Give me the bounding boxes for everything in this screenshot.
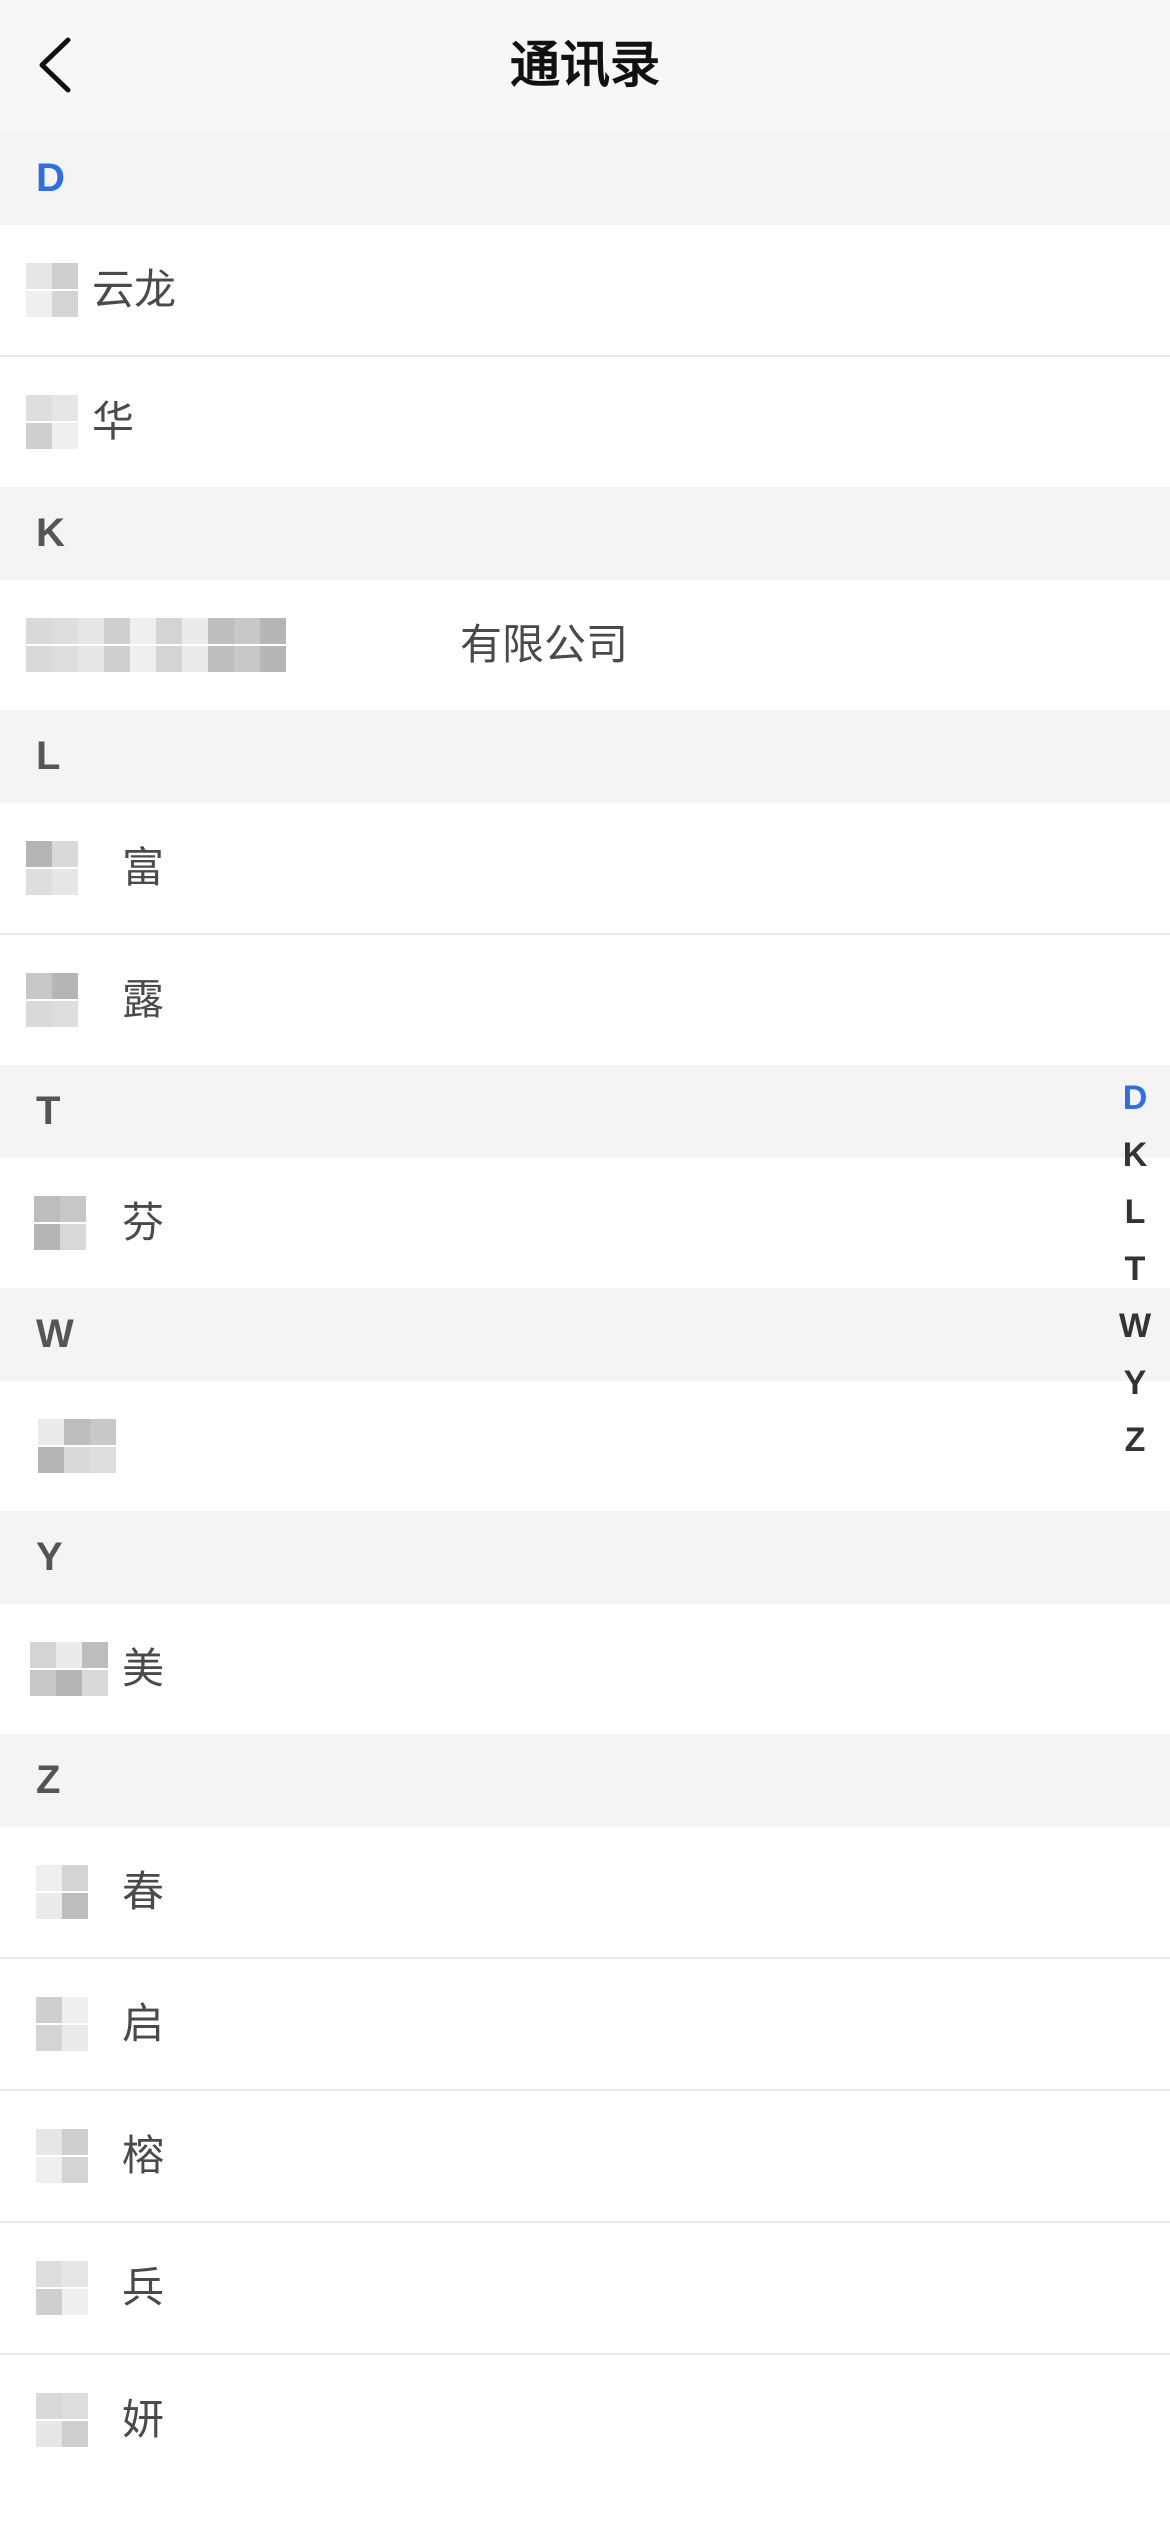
contact-name: 芬	[122, 1198, 165, 1247]
redacted-name-mosaic	[26, 841, 78, 897]
index-letter-t[interactable]: T	[1110, 1241, 1160, 1298]
section-letter: L	[36, 734, 61, 778]
contact-name: 富	[122, 843, 165, 892]
redacted-name-mosaic	[34, 1196, 86, 1252]
contact-row[interactable]: 榕	[0, 2091, 1170, 2223]
contact-row[interactable]: 露	[0, 935, 1170, 1065]
section-header-t: T	[0, 1065, 1170, 1158]
contacts-page: 通讯录 D 云龙华 K 有限公司 L 富露 T 芬 W Y 美 Z 春启榕兵妍 DKLTWYZ	[0, 0, 1170, 2532]
contact-name: 华	[92, 397, 135, 446]
contact-name: 云龙	[92, 265, 177, 314]
redacted-name-mosaic	[26, 395, 78, 451]
section-header-k: K	[0, 487, 1170, 580]
section-header-l: L	[0, 710, 1170, 803]
section-letter: D	[36, 156, 65, 200]
contact-row[interactable]: 云龙	[0, 225, 1170, 357]
contact-row[interactable]	[0, 1381, 1170, 1511]
contact-row[interactable]: 春	[0, 1827, 1170, 1959]
section-header-z: Z	[0, 1734, 1170, 1827]
index-letter-d[interactable]: D	[1110, 1070, 1160, 1127]
contact-name: 榕	[122, 2131, 165, 2180]
redacted-name-mosaic	[26, 618, 286, 674]
redacted-name-mosaic	[36, 1865, 88, 1921]
index-letter-k[interactable]: K	[1110, 1127, 1160, 1184]
redacted-name-mosaic	[36, 1997, 88, 2053]
index-letter-w[interactable]: W	[1110, 1298, 1160, 1355]
section-header-w: W	[0, 1288, 1170, 1381]
section-letter: Z	[36, 1758, 61, 1802]
contact-row[interactable]: 美	[0, 1604, 1170, 1734]
contact-name: 有限公司	[460, 620, 629, 669]
contact-row[interactable]: 富	[0, 803, 1170, 935]
contact-name: 春	[122, 1867, 165, 1916]
section-letter: K	[36, 511, 65, 555]
alphabet-index-bar[interactable]: DKLTWYZ	[1110, 1070, 1160, 1469]
redacted-name-mosaic	[30, 1642, 108, 1698]
redacted-name-mosaic	[36, 2393, 88, 2449]
redacted-name-mosaic	[26, 973, 78, 1029]
redacted-name-mosaic	[36, 2261, 88, 2317]
contact-name: 兵	[122, 2263, 165, 2312]
redacted-name-mosaic	[38, 1419, 116, 1475]
contact-list: D 云龙华 K 有限公司 L 富露 T 芬 W Y 美 Z 春启榕兵妍	[0, 132, 1170, 2485]
contact-row[interactable]: 有限公司	[0, 580, 1170, 710]
contact-row[interactable]: 华	[0, 357, 1170, 487]
contact-row[interactable]: 芬	[0, 1158, 1170, 1288]
index-letter-l[interactable]: L	[1110, 1184, 1160, 1241]
index-letter-y[interactable]: Y	[1110, 1355, 1160, 1412]
section-header-d: D	[0, 132, 1170, 225]
contact-row[interactable]: 妍	[0, 2355, 1170, 2485]
redacted-name-mosaic	[26, 263, 78, 319]
page-title: 通讯录	[510, 36, 660, 94]
index-letter-z[interactable]: Z	[1110, 1412, 1160, 1469]
contact-name: 露	[122, 975, 165, 1024]
nav-header: 通讯录	[0, 0, 1170, 132]
section-letter: T	[36, 1089, 61, 1133]
contact-row[interactable]: 兵	[0, 2223, 1170, 2355]
contact-name: 启	[122, 1999, 165, 2048]
section-letter: W	[36, 1312, 74, 1356]
contact-name: 妍	[122, 2395, 165, 2444]
contact-name: 美	[122, 1644, 165, 1693]
contact-row[interactable]: 启	[0, 1959, 1170, 2091]
section-header-y: Y	[0, 1511, 1170, 1604]
redacted-name-mosaic	[36, 2129, 88, 2185]
section-letter: Y	[36, 1535, 63, 1579]
